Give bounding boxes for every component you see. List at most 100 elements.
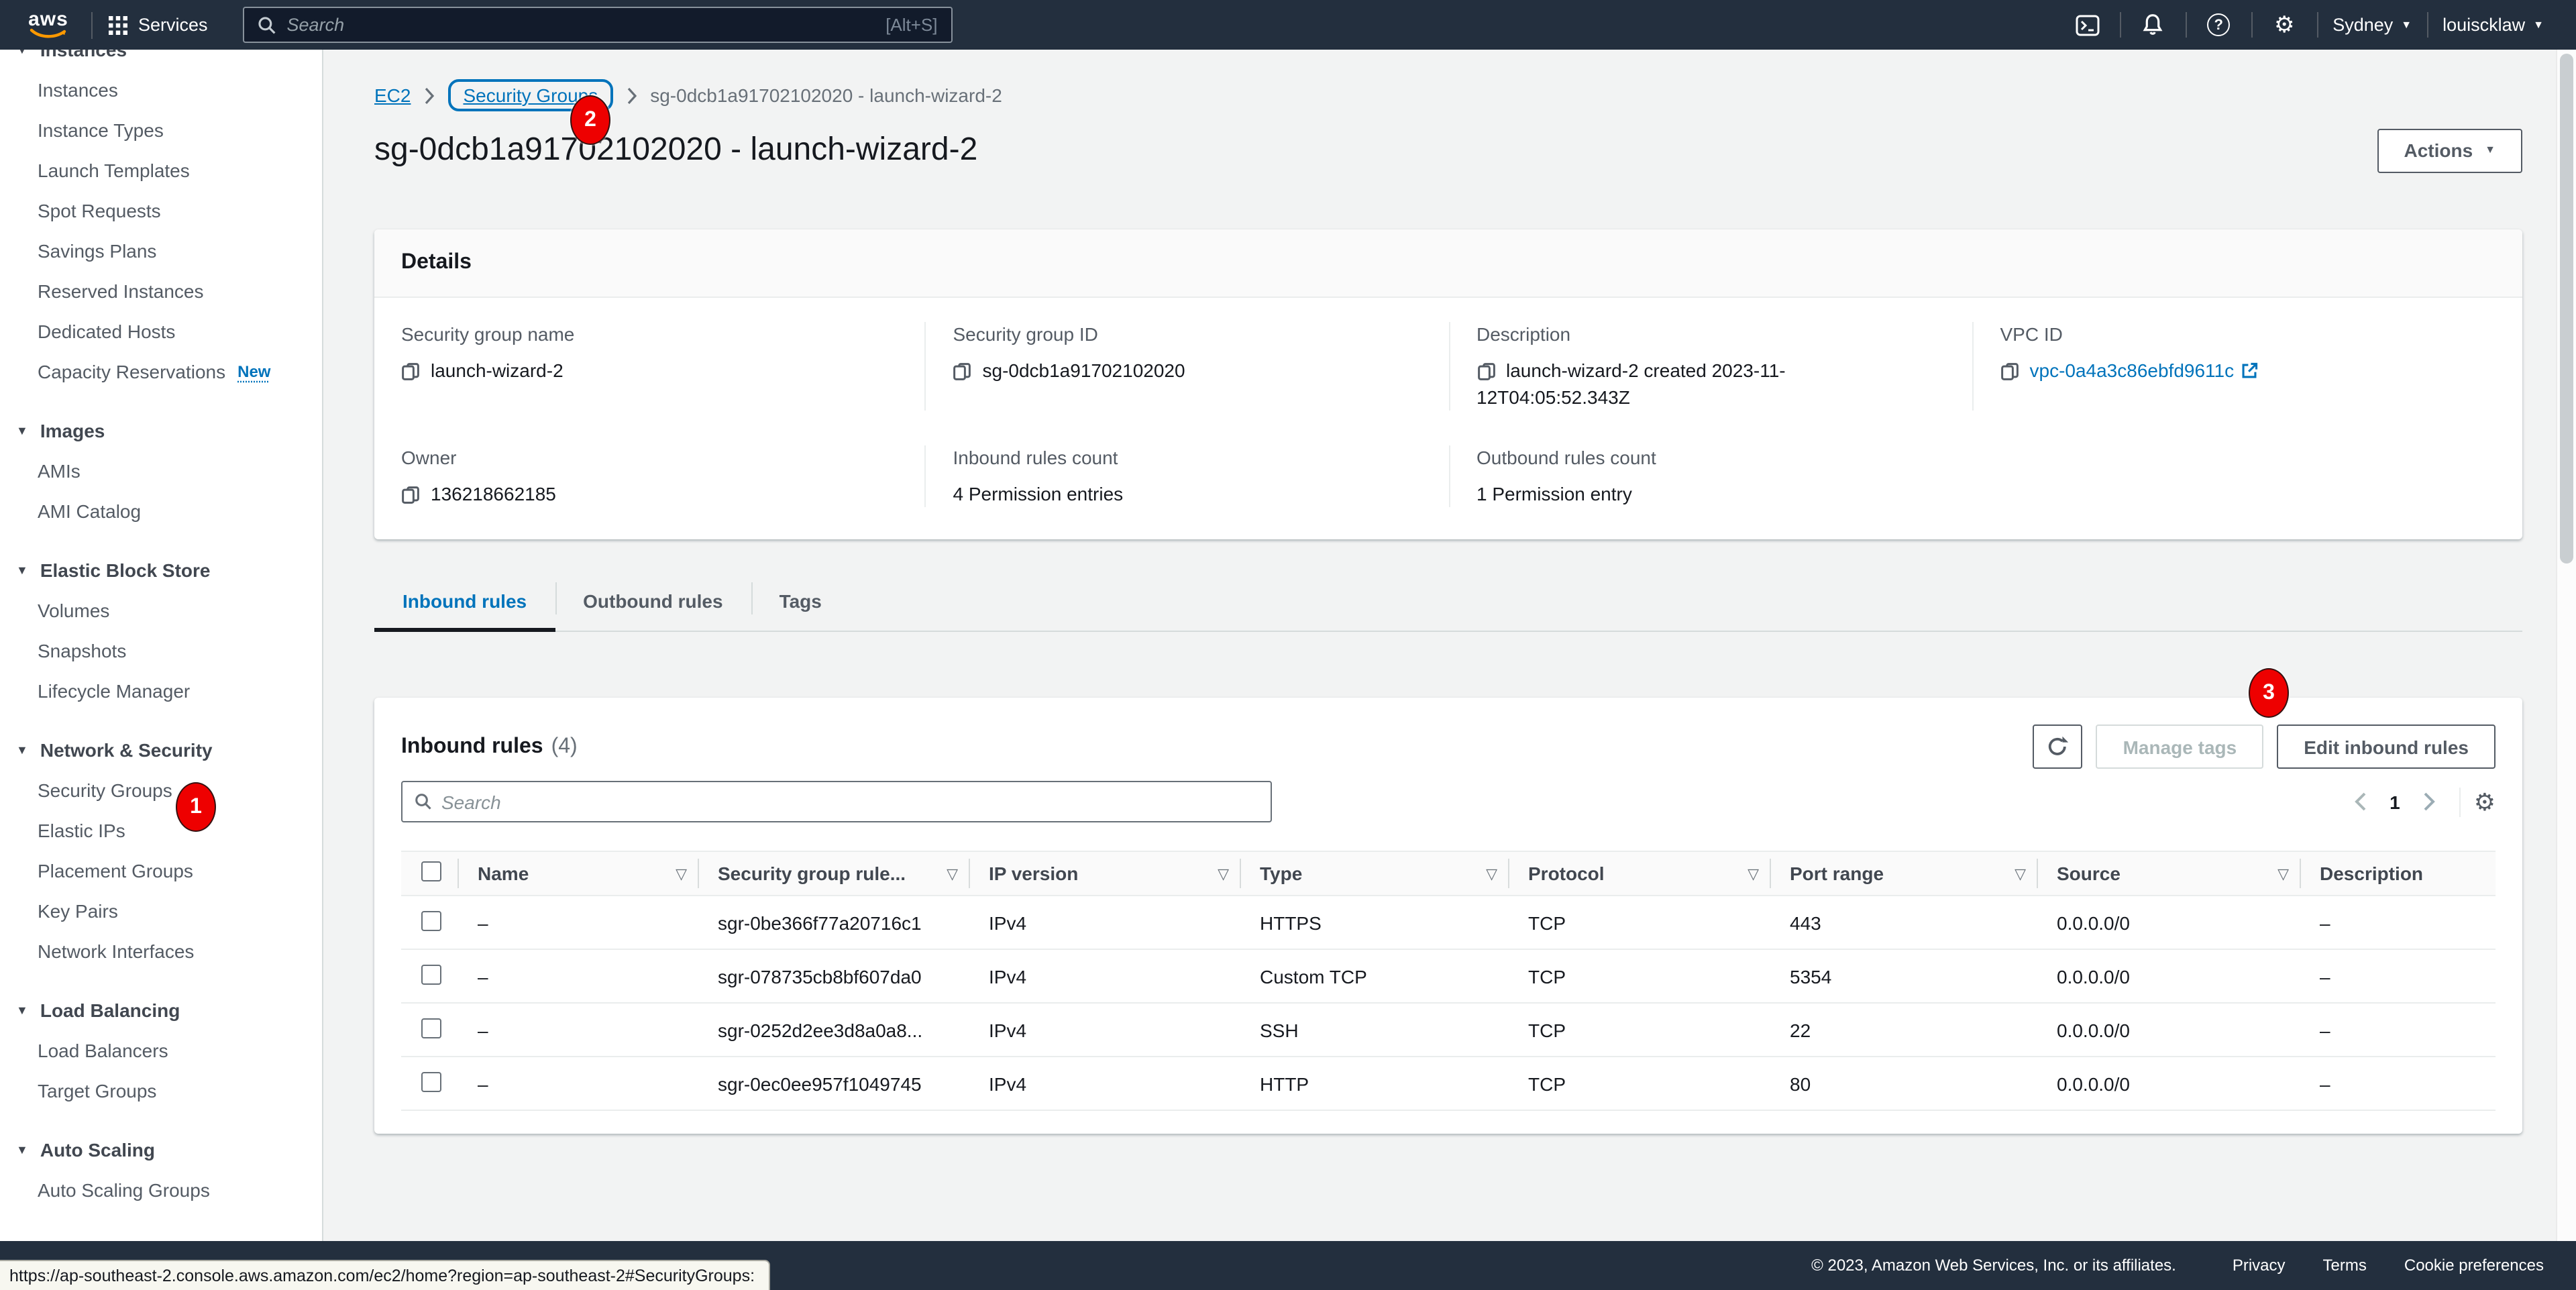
filter-icon[interactable]: ▽ (1748, 865, 1759, 882)
filter-icon[interactable]: ▽ (1486, 865, 1497, 882)
sidebar-item-elastic-ips[interactable]: Elastic IPs (0, 810, 322, 851)
sidebar-section-instances[interactable]: ▼ Instances (0, 50, 322, 70)
sidebar-item-ami-catalog[interactable]: AMI Catalog (0, 491, 322, 531)
sidebar-item-lifecycle-manager[interactable]: Lifecycle Manager (0, 671, 322, 711)
sidebar-section-elastic-block-store[interactable]: ▼ Elastic Block Store (0, 550, 322, 590)
sidebar-item-placement-groups[interactable]: Placement Groups (0, 851, 322, 891)
filter-icon[interactable]: ▽ (947, 865, 958, 882)
sidebar-item-volumes[interactable]: Volumes (0, 590, 322, 631)
manage-tags-button[interactable]: Manage tags (2096, 724, 2264, 769)
row-checkbox[interactable] (421, 910, 441, 930)
services-menu-button[interactable]: Services (109, 15, 208, 35)
account-menu[interactable]: louiscklaw ▼ (2443, 15, 2544, 35)
column-header-type[interactable]: Type▽ (1240, 851, 1508, 896)
help-icon: ? (2207, 13, 2230, 36)
annotation-badge-1: 1 (176, 782, 216, 832)
sidebar-item-load-balancers[interactable]: Load Balancers (0, 1030, 322, 1071)
external-link-icon[interactable] (2241, 362, 2258, 380)
copy-icon[interactable] (2000, 362, 2019, 381)
filter-icon[interactable]: ▽ (676, 865, 687, 882)
caret-down-icon: ▼ (16, 50, 28, 56)
column-header-protocol[interactable]: Protocol▽ (1508, 851, 1770, 896)
table-header-row: Name▽ Security group rule...▽ IP version… (401, 851, 2496, 896)
copy-icon[interactable] (401, 362, 420, 381)
current-page-number[interactable]: 1 (2390, 791, 2400, 812)
tab-outbound-rules[interactable]: Outbound rules (555, 572, 751, 631)
sidebar-item-amis[interactable]: AMIs (0, 451, 322, 491)
refresh-button[interactable] (2033, 724, 2083, 769)
page-scrollbar[interactable] (2556, 50, 2576, 1241)
vpc-id-link[interactable]: vpc-0a4a3c86ebfd9611c (2030, 360, 2235, 381)
row-checkbox[interactable] (421, 1071, 441, 1091)
sidebar-item-capacity-reservations[interactable]: Capacity Reservations New (0, 352, 322, 392)
sidebar-item-target-groups[interactable]: Target Groups (0, 1071, 322, 1111)
footer-copyright: © 2023, Amazon Web Services, Inc. or its… (1811, 1256, 2176, 1275)
settings-button[interactable]: ⚙ (2267, 13, 2302, 36)
caret-down-icon: ▼ (16, 1004, 28, 1016)
table-settings-gear-icon[interactable]: ⚙ (2474, 790, 2496, 814)
sidebar-section-network-security[interactable]: ▼ Network & Security (0, 730, 322, 770)
sidebar-item-auto-scaling-groups[interactable]: Auto Scaling Groups (0, 1170, 322, 1210)
cloudshell-button[interactable] (2070, 14, 2104, 36)
field-empty (1972, 445, 2496, 507)
filter-icon[interactable]: ▽ (2015, 865, 2026, 882)
sidebar-section-images[interactable]: ▼ Images (0, 411, 322, 451)
column-header-port-range[interactable]: Port range▽ (1770, 851, 2037, 896)
copy-icon[interactable] (401, 486, 420, 504)
sidebar-item-savings-plans[interactable]: Savings Plans (0, 231, 322, 271)
help-button[interactable]: ? (2201, 13, 2236, 36)
next-page-button[interactable] (2414, 786, 2446, 818)
aws-logo-text: aws (28, 10, 68, 28)
details-panel-header: Details (374, 229, 2522, 298)
row-checkbox[interactable] (421, 1018, 441, 1038)
sidebar-item-key-pairs[interactable]: Key Pairs (0, 891, 322, 931)
footer-privacy-link[interactable]: Privacy (2233, 1256, 2286, 1275)
sidebar-section-load-balancing[interactable]: ▼ Load Balancing (0, 990, 322, 1030)
search-icon (258, 15, 276, 34)
global-search-input[interactable] (287, 15, 886, 35)
sidebar-item-instances[interactable]: Instances (0, 70, 322, 110)
column-header-source[interactable]: Source▽ (2037, 851, 2300, 896)
scrollbar-thumb[interactable] (2560, 54, 2573, 563)
sidebar-item-network-interfaces[interactable]: Network Interfaces (0, 931, 322, 971)
tab-tags[interactable]: Tags (751, 572, 850, 631)
region-selector[interactable]: Sydney ▼ (2332, 15, 2412, 35)
filter-icon[interactable]: ▽ (1218, 865, 1229, 882)
sidebar-section-auto-scaling[interactable]: ▼ Auto Scaling (0, 1130, 322, 1170)
sidebar-item-security-groups[interactable]: Security Groups (0, 770, 322, 810)
sidebar-item-dedicated-hosts[interactable]: Dedicated Hosts (0, 311, 322, 352)
ec2-sidebar-nav: ▼ Instances Instances Instance Types Lau… (0, 50, 323, 1241)
notifications-button[interactable] (2135, 13, 2170, 36)
previous-page-button[interactable] (2344, 786, 2376, 818)
row-checkbox[interactable] (421, 964, 441, 984)
top-navigation-bar: aws Services [Alt+S] (0, 0, 2576, 50)
footer-cookie-preferences-link[interactable]: Cookie preferences (2404, 1256, 2544, 1275)
aws-logo[interactable]: aws (21, 10, 75, 40)
sidebar-item-instance-types[interactable]: Instance Types (0, 110, 322, 150)
column-header-name[interactable]: Name▽ (458, 851, 698, 896)
breadcrumb-ec2-link[interactable]: EC2 (374, 85, 411, 106)
column-header-ip-version[interactable]: IP version▽ (969, 851, 1240, 896)
filter-icon[interactable]: ▽ (2277, 865, 2289, 882)
breadcrumb-current: sg-0dcb1a91702102020 - launch-wizard-2 (650, 85, 1002, 106)
actions-button[interactable]: Actions ▼ (2377, 128, 2522, 172)
sidebar-item-reserved-instances[interactable]: Reserved Instances (0, 271, 322, 311)
copy-icon[interactable] (1477, 362, 1495, 381)
global-search-box[interactable]: [Alt+S] (243, 7, 953, 43)
select-all-checkbox[interactable] (421, 861, 441, 881)
edit-inbound-rules-button[interactable]: Edit inbound rules (2277, 724, 2496, 769)
rules-search-box[interactable] (401, 781, 1272, 822)
chevron-right-icon (424, 87, 435, 104)
footer-terms-link[interactable]: Terms (2323, 1256, 2367, 1275)
sidebar-item-launch-templates[interactable]: Launch Templates (0, 150, 322, 191)
table-row: – sgr-0be366f77a20716c1 IPv4 HTTPS TCP 4… (401, 896, 2496, 949)
column-header-description[interactable]: Description (2300, 851, 2496, 896)
breadcrumb: EC2 Security Groups sg-0dcb1a91702102020… (374, 82, 2522, 109)
sidebar-item-snapshots[interactable]: Snapshots (0, 631, 322, 671)
rules-search-input[interactable] (441, 791, 1258, 812)
sidebar-item-spot-requests[interactable]: Spot Requests (0, 191, 322, 231)
tab-inbound-rules[interactable]: Inbound rules (374, 572, 555, 631)
column-header-rule-id[interactable]: Security group rule...▽ (698, 851, 969, 896)
copy-icon[interactable] (953, 362, 972, 381)
chevron-down-icon: ▼ (2401, 19, 2412, 30)
